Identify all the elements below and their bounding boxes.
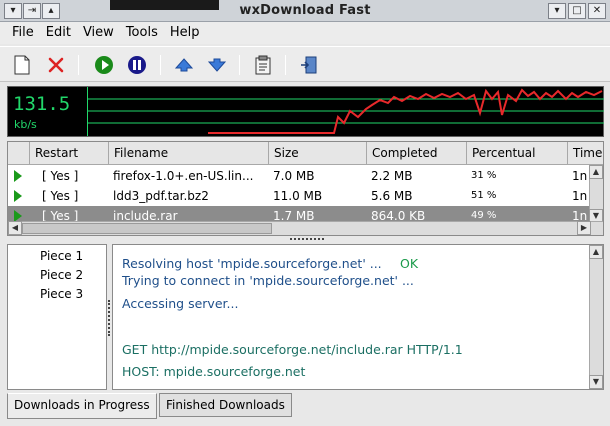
window-title: wxDownload Fast <box>239 3 371 18</box>
header-percentual[interactable]: Percentual <box>467 142 568 165</box>
move-up-icon[interactable] <box>172 53 196 77</box>
current-speed: 131.5 <box>13 93 71 115</box>
log-vertical-scrollbar[interactable]: ▲ ▼ <box>589 245 603 389</box>
log-get-request: GET http://mpide.sourceforge.net/include… <box>122 342 463 357</box>
log-resolving: Resolving host 'mpide.sourceforge.net' .… <box>122 256 382 271</box>
scroll-thumb[interactable] <box>22 223 272 234</box>
speed-unit: kb/s <box>14 118 37 131</box>
menu-file[interactable]: File <box>6 22 40 44</box>
piece-item[interactable]: Piece 2 <box>40 268 83 282</box>
piece-item[interactable]: Piece 3 <box>40 287 83 301</box>
speed-graph-plot <box>87 87 604 136</box>
title-bar: ▾ ⇥ ▴ wxDownload Fast ▾ □ ✕ <box>0 0 610 22</box>
scroll-right-icon[interactable]: ▶ <box>577 221 591 235</box>
scroll-up-icon[interactable]: ▲ <box>589 165 603 179</box>
cell-time: 1n <box>572 189 588 203</box>
cell-completed: 5.6 MB <box>371 189 413 203</box>
minimize-button[interactable]: ▾ <box>548 3 566 19</box>
cell-time: 1n <box>572 169 588 183</box>
play-icon <box>14 170 22 182</box>
menu-view[interactable]: View <box>77 22 120 44</box>
vertical-splitter-handle[interactable] <box>108 300 111 336</box>
toolbar-separator <box>160 55 161 75</box>
scroll-up-icon[interactable]: ▲ <box>589 245 603 259</box>
cell-size: 11.0 MB <box>273 189 323 203</box>
header-completed[interactable]: Completed <box>367 142 467 165</box>
table-row[interactable]: [ Yes ] firefox-1.0+.en-US.lin... 7.0 MB… <box>8 166 591 186</box>
bottom-tabs: Downloads in Progress Finished Downloads <box>0 393 610 426</box>
header-status[interactable] <box>8 142 30 165</box>
toolbar <box>0 46 610 82</box>
speed-graph: 131.5 kb/s <box>7 86 604 137</box>
menu-edit[interactable]: Edit <box>40 22 77 44</box>
header-restart[interactable]: Restart <box>30 142 109 165</box>
new-icon[interactable] <box>10 53 34 77</box>
toolbar-separator <box>239 55 240 75</box>
start-icon[interactable] <box>92 53 116 77</box>
connection-log: Resolving host 'mpide.sourceforge.net' .… <box>112 244 604 390</box>
cell-percent: 51 % <box>471 190 497 201</box>
exit-icon[interactable] <box>297 53 321 77</box>
cell-percent: 31 % <box>471 170 497 181</box>
pause-icon[interactable] <box>125 53 149 77</box>
properties-icon[interactable] <box>251 53 275 77</box>
header-filename[interactable]: Filename <box>109 142 269 165</box>
window-right-controls: ▾ □ ✕ <box>548 3 606 19</box>
move-down-icon[interactable] <box>205 53 229 77</box>
piece-item[interactable]: Piece 1 <box>40 249 83 263</box>
log-trying: Trying to connect in 'mpide.sourceforge.… <box>122 273 414 288</box>
toolbar-separator <box>285 55 286 75</box>
downloads-table: Restart Filename Size Completed Percentu… <box>7 141 604 236</box>
horizontal-splitter-handle[interactable] <box>290 238 324 242</box>
log-ok: OK <box>400 256 419 271</box>
cell-restart: [ Yes ] <box>42 189 79 203</box>
menu-tools[interactable]: Tools <box>120 22 164 44</box>
cell-completed: 2.2 MB <box>371 169 413 183</box>
table-vertical-scrollbar[interactable]: ▲ ▼ <box>589 165 603 223</box>
table-horizontal-scrollbar[interactable]: ◀ ▶ <box>8 221 603 235</box>
delete-icon[interactable] <box>44 53 68 77</box>
log-accessing: Accessing server... <box>122 296 239 311</box>
table-header: Restart Filename Size Completed Percentu… <box>8 142 603 165</box>
toolbar-separator <box>78 55 79 75</box>
header-size[interactable]: Size <box>269 142 367 165</box>
tab-downloads-in-progress[interactable]: Downloads in Progress <box>7 393 157 419</box>
scroll-down-icon[interactable]: ▼ <box>589 375 603 389</box>
cell-size: 7.0 MB <box>273 169 315 183</box>
cell-filename: firefox-1.0+.en-US.lin... <box>113 169 254 183</box>
close-button[interactable]: ✕ <box>588 3 606 19</box>
table-row[interactable]: [ Yes ] ldd3_pdf.tar.bz2 11.0 MB 5.6 MB … <box>8 186 591 206</box>
tab-finished-downloads[interactable]: Finished Downloads <box>159 393 292 417</box>
menu-help[interactable]: Help <box>164 22 206 44</box>
pieces-list: Piece 1 Piece 2 Piece 3 <box>7 244 107 390</box>
cell-restart: [ Yes ] <box>42 169 79 183</box>
scroll-left-icon[interactable]: ◀ <box>8 221 22 235</box>
log-host-header: HOST: mpide.sourceforge.net <box>122 364 306 379</box>
maximize-button[interactable]: □ <box>568 3 586 19</box>
cell-filename: ldd3_pdf.tar.bz2 <box>113 189 209 203</box>
play-icon <box>14 190 22 202</box>
menu-bar: File Edit View Tools Help <box>0 22 610 44</box>
header-time[interactable]: Time <box>568 142 603 165</box>
